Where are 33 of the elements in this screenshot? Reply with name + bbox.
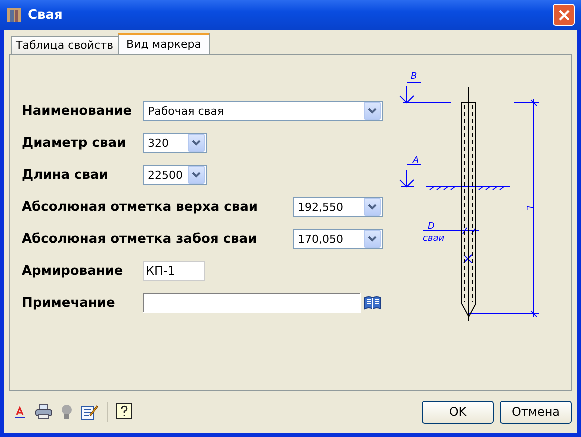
text-style-icon[interactable] [13,405,27,419]
input-field[interactable]: КП-1 [143,261,205,281]
field-label: Наименование [22,104,134,118]
field-label: Армирование [22,264,124,278]
diagram-label: сваи [423,234,445,244]
window-title: Свая [28,8,64,22]
field-label: Длина сваи [22,168,110,182]
field-label: Примечание [22,296,116,310]
dropdown[interactable]: 170,050 [293,229,383,249]
field-label: Диаметр сваи [22,136,128,150]
diagram-label: В [411,72,418,82]
input-field[interactable] [143,293,361,313]
lightbulb-icon[interactable] [61,404,73,420]
close-button[interactable] [553,4,575,26]
tab[interactable]: Вид маркера [118,33,210,54]
diagram-label: D [428,222,435,232]
edit-icon[interactable] [81,404,99,420]
dropdown[interactable]: 320 [143,133,207,153]
printer-icon[interactable] [35,404,53,420]
close-icon [558,10,570,20]
diagram-label: А [413,156,420,166]
ok-button[interactable]: OK [422,400,494,424]
help-icon[interactable] [116,403,134,421]
tab[interactable]: Таблица свойств [11,36,118,54]
field-label: Абсолюная отметка забоя сваи [22,232,258,246]
cancel-button[interactable]: Отмена [500,400,572,424]
diagram-label: L [524,206,534,212]
app-icon [6,7,22,23]
dropdown[interactable]: 22500 [143,165,207,185]
book-icon[interactable] [364,296,382,310]
dropdown[interactable]: Рабочая свая [143,101,383,121]
field-label: Абсолюная отметка верха сваи [22,200,259,214]
dropdown[interactable]: 192,550 [293,197,383,217]
